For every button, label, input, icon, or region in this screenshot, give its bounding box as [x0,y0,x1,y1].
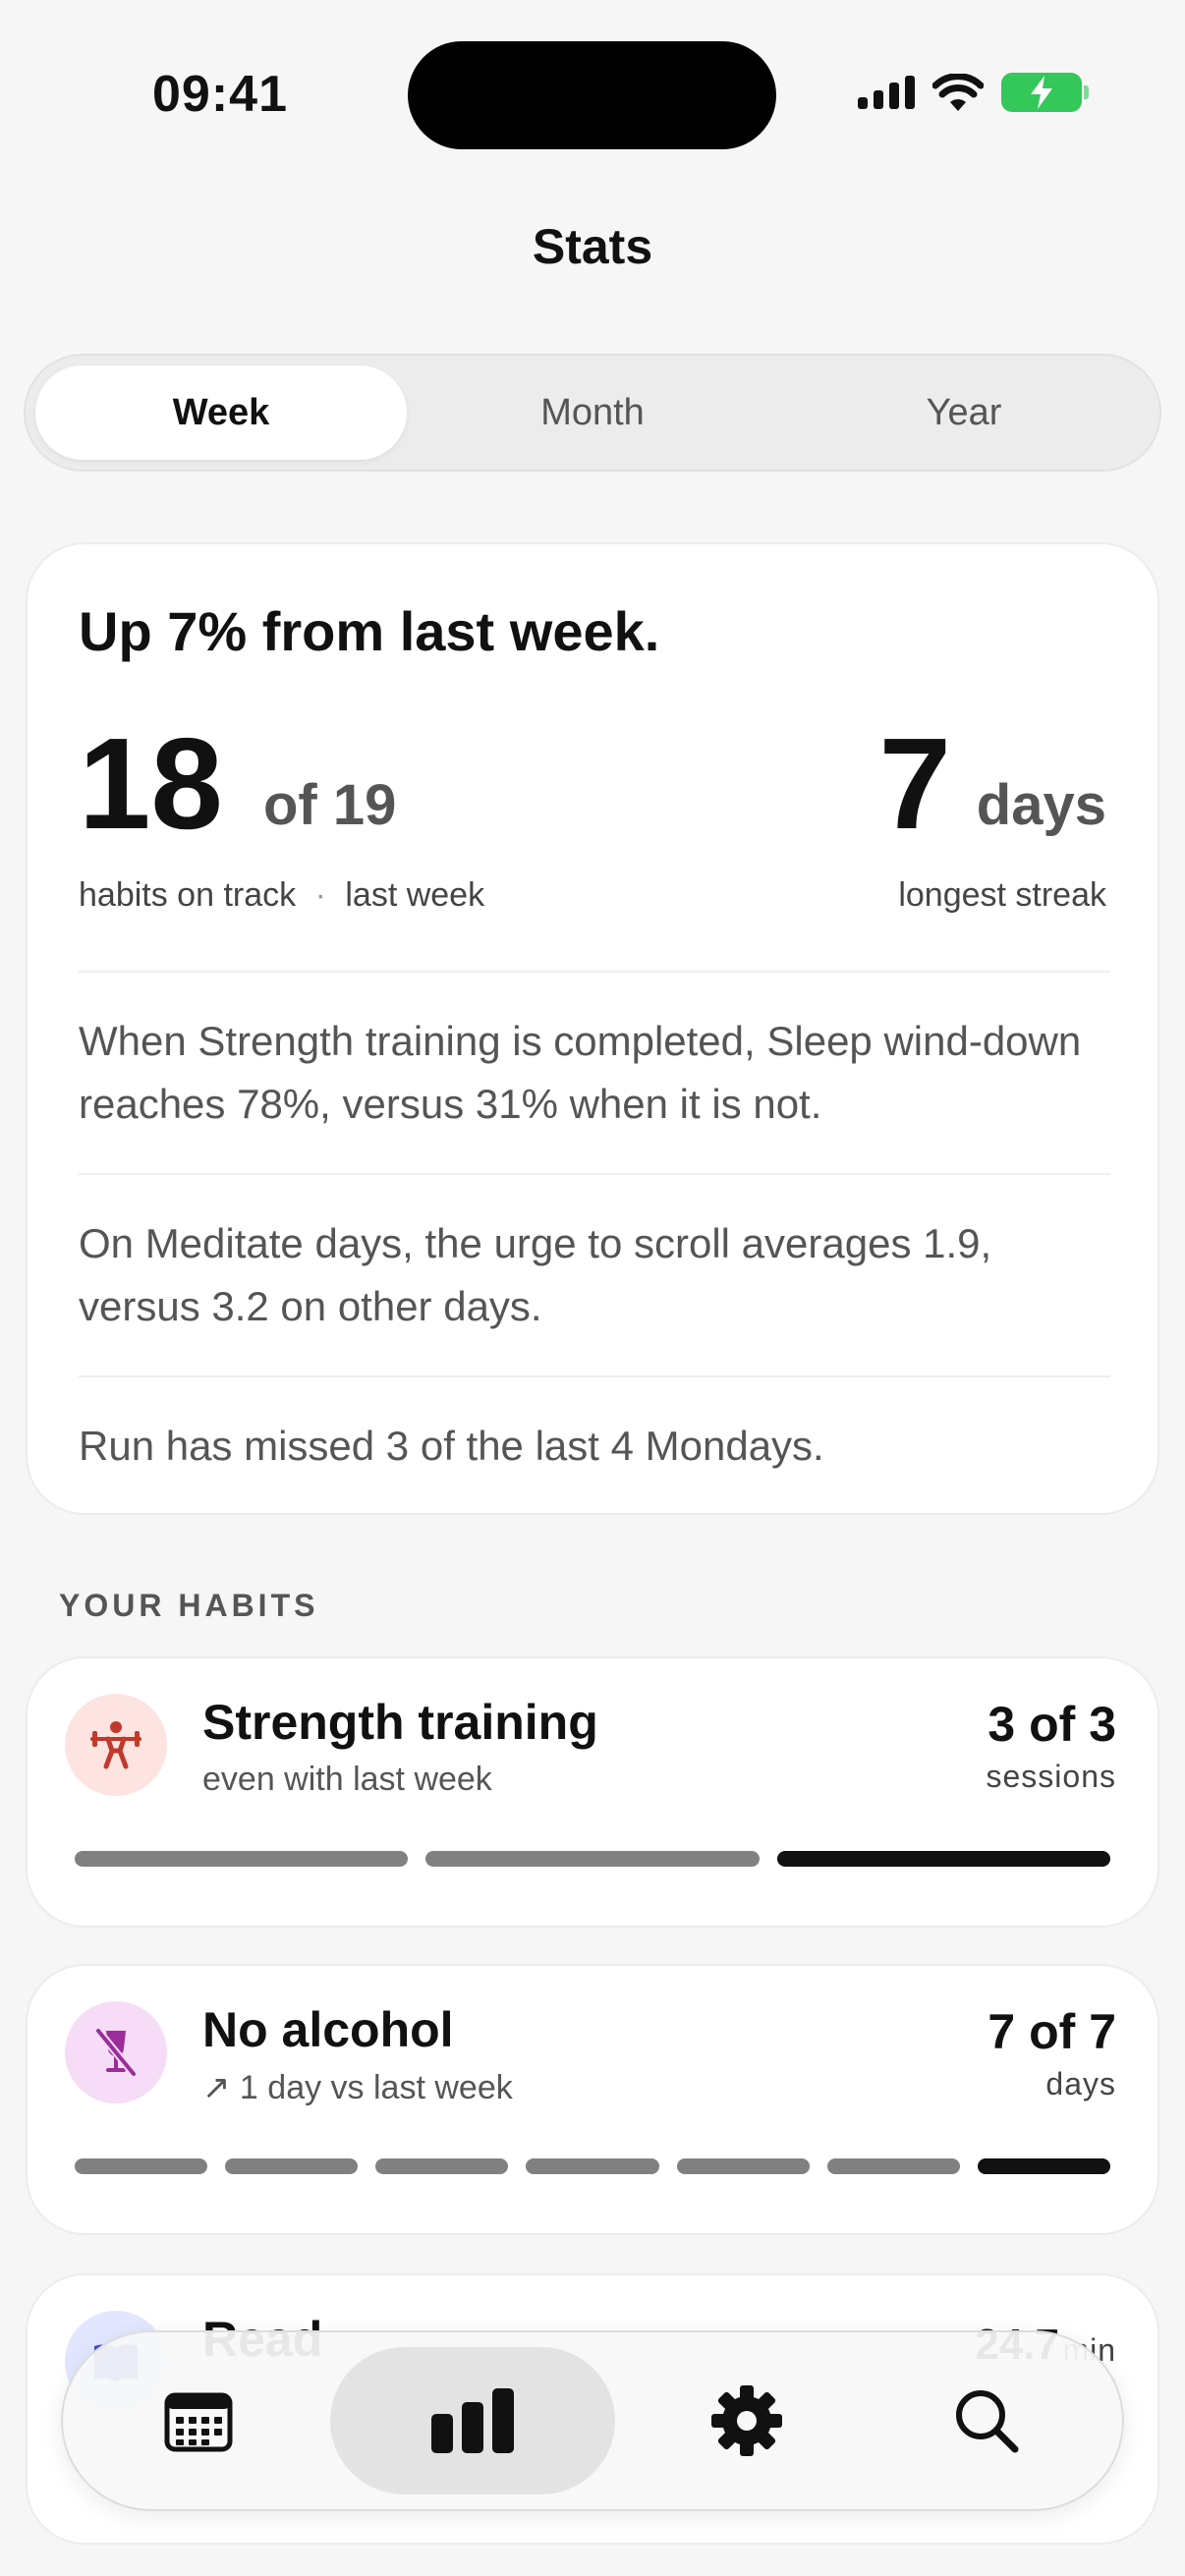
streak-unit: days [976,773,1106,837]
summary-headline: Up 7% from last week. [79,600,660,662]
caption-separator: · [314,876,326,914]
tab-settings[interactable] [639,2347,855,2494]
gear-icon [711,2385,782,2456]
period-segmented-control: Week Month Year [24,354,1161,472]
status-time: 09:41 [152,66,288,123]
segment-month[interactable]: Month [407,365,778,460]
calendar-icon [164,2392,233,2452]
habit-progress-bars [75,1851,1110,1867]
progress-segment [75,1851,409,1867]
habit-comparison: ↗ 1 day vs last week [202,2069,513,2106]
segment-week[interactable]: Week [35,365,407,460]
wifi-icon [932,74,984,111]
habit-progress-bars [75,2158,1110,2174]
cellular-signal-icon [858,76,915,109]
streak-caption: longest streak [898,876,1106,914]
progress-segment [425,1851,760,1867]
progress-segment [676,2158,810,2174]
divider [79,1173,1110,1175]
habit-icon-container [65,2001,167,2103]
progress-segment [225,2158,359,2174]
section-label-your-habits: YOUR HABITS [59,1588,319,1623]
streak-value: 7 [878,711,951,856]
compare-caption: last week [345,876,485,914]
tab-search[interactable] [878,2347,1095,2494]
habit-icon-container [65,1694,167,1796]
habit-name: No alcohol [202,2002,454,2057]
tab-bar [61,2330,1124,2511]
tab-stats[interactable] [330,2347,615,2494]
weightlifting-icon [90,1721,141,1769]
search-icon [956,2390,1019,2453]
dynamic-island [408,41,776,149]
habit-count: 7 of 7 [988,2004,1116,2059]
summary-card: Up 7% from last week. 18 of 19 habits on… [26,542,1159,1515]
divider [79,971,1110,973]
on-track-caption: habits on track · last week [79,876,484,915]
insight-item: When Strength training is completed, Sle… [79,1018,1082,1127]
progress-segment-current [776,1851,1110,1867]
on-track-total: of 19 [263,773,397,837]
insight-item: On Meditate days, the urge to scroll ave… [79,1220,992,1329]
on-track-value: 18 [79,711,223,856]
segment-year[interactable]: Year [778,365,1150,460]
progress-segment [526,2158,659,2174]
charging-bolt-icon [1031,76,1052,109]
habit-comparison: even with last week [202,1761,492,1798]
battery-icon [1001,73,1089,112]
on-track-caption-text: habits on track [79,876,297,914]
tab-calendar[interactable] [90,2347,307,2494]
status-bar: 09:41 [0,0,1185,187]
habit-name: Strength training [202,1695,598,1750]
page-title: Stats [532,219,653,274]
progress-segment-current [977,2158,1110,2174]
habit-unit: sessions [986,1759,1116,1794]
habit-card-strength-training[interactable]: Strength training even with last week 3 … [26,1656,1159,1928]
divider [79,1375,1110,1377]
insight-item: Run has missed 3 of the last 4 Mondays. [79,1423,824,1469]
progress-segment [826,2158,960,2174]
habit-card-no-alcohol[interactable]: No alcohol ↗ 1 day vs last week 7 of 7 d… [26,1964,1159,2235]
status-icons [858,73,1089,112]
habit-count: 3 of 3 [988,1697,1116,1752]
no-wine-glass-icon [94,2028,138,2077]
progress-segment [75,2158,208,2174]
progress-segment [375,2158,509,2174]
bar-chart-icon [431,2388,514,2453]
habit-unit: days [1045,2066,1116,2101]
